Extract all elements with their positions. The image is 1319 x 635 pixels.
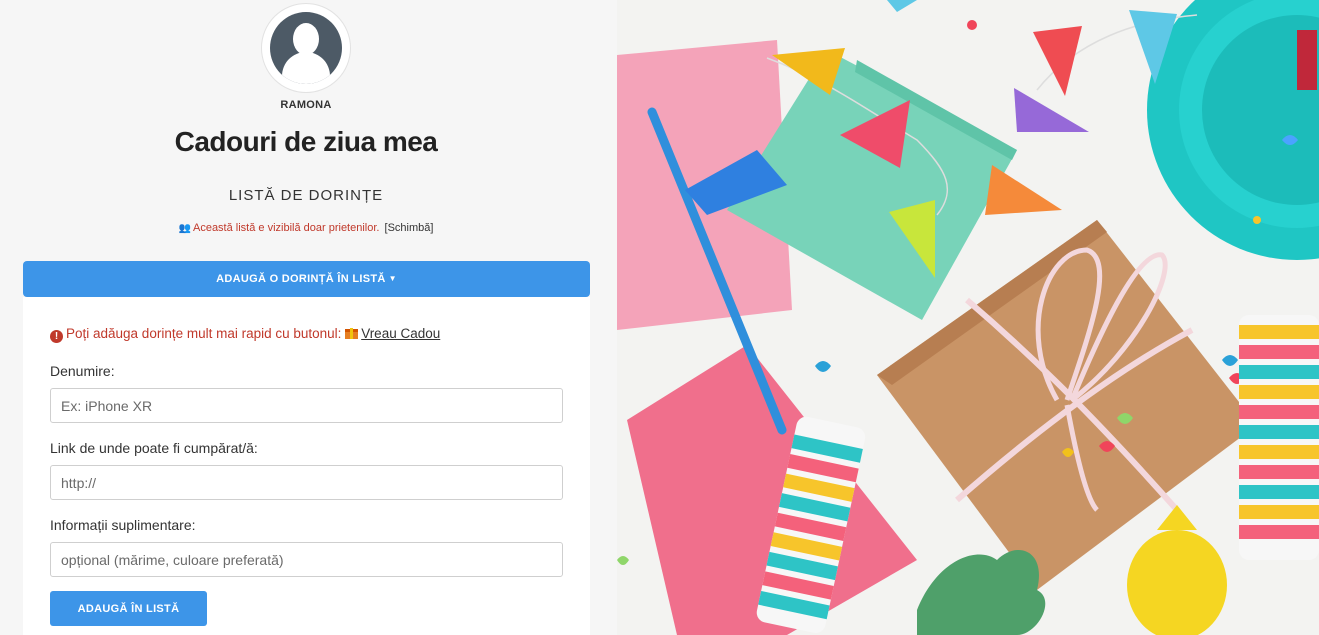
users-icon: 👥 [178, 223, 191, 234]
gift-icon [345, 327, 359, 339]
add-wish-form: ! Poți adăuga dorințe mult mai rapid cu b… [23, 297, 590, 635]
visibility-notice: 👥 Această listă e vizibilă doar prietenil… [0, 222, 612, 234]
party-photo-illustration [617, 0, 1319, 635]
page-title: Cadouri de ziua mea [174, 126, 438, 157]
link-input[interactable] [50, 465, 563, 500]
visibility-text: Această listă e vizibilă doar prietenilo… [192, 222, 380, 234]
name-label: Denumire: [50, 363, 115, 379]
party-decor-image [617, 0, 1319, 635]
name-input[interactable] [50, 388, 563, 423]
info-label: Informații suplimentare: [50, 517, 196, 533]
caret-down-icon: ▼ [388, 274, 397, 283]
info-input[interactable] [50, 542, 563, 577]
tip-text: Poți adăuga dorințe mult mai rapid cu bu… [66, 326, 342, 341]
avatar[interactable] [261, 3, 351, 93]
user-avatar-icon [270, 12, 342, 84]
wishlist-panel: RAMONA Cadouri de ziua mea LISTĂ DE DORI… [0, 0, 617, 635]
vreau-cadou-link[interactable]: Vreau Cadou [361, 326, 440, 341]
page-subtitle: LISTĂ DE DORINȚE [228, 187, 384, 204]
username: RAMONA [280, 99, 332, 111]
add-to-list-button[interactable]: ADAUGĂ ÎN LISTĂ [50, 591, 207, 626]
add-wish-toggle-button[interactable]: ADAUGĂ O DORINȚĂ ÎN LISTĂ ▼ [23, 261, 590, 297]
add-wish-toggle-label: ADAUGĂ O DORINȚĂ ÎN LISTĂ [216, 273, 386, 285]
quick-add-tip: ! Poți adăuga dorințe mult mai rapid cu b… [50, 326, 440, 343]
exclamation-circle-icon: ! [50, 330, 63, 343]
visibility-change-link[interactable]: [Schimbă] [385, 222, 434, 234]
link-label: Link de unde poate fi cumpărat/ă: [50, 440, 258, 456]
